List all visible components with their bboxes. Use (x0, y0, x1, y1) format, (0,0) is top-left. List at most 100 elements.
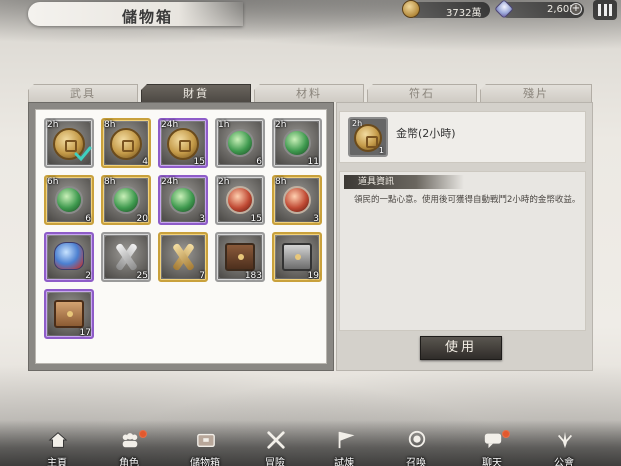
nav-label: 角色 (119, 458, 139, 466)
slot-duration: 2h (275, 120, 287, 130)
summon-icon (408, 430, 426, 448)
inventory-slot[interactable]: 7 (158, 232, 208, 282)
slot-count: 3 (199, 214, 205, 224)
slot-count: 25 (136, 271, 148, 281)
detail-item-name: 金幣(2小時) (396, 127, 456, 140)
page-title: 儲物箱 (122, 8, 174, 26)
chat-icon (484, 433, 502, 449)
tab-runes[interactable]: 符石 (367, 84, 477, 102)
inventory-slot[interactable]: 24h 15 (158, 118, 208, 168)
nav-item-adventure[interactable]: 冒險 (245, 428, 305, 466)
nav-label: 主頁 (47, 458, 67, 466)
slot-duration: 8h (104, 177, 116, 187)
slot-count: 6 (256, 157, 262, 167)
detail-info: 道具資訊 領民的一點心意。使用後可獲得自動戰鬥2小時的金幣收益。 (339, 171, 586, 331)
slot-duration: 8h (104, 120, 116, 130)
inventory-slot[interactable]: 25 (101, 232, 151, 282)
inventory-slot[interactable]: 1h 6 (215, 118, 265, 168)
red-orb-icon (226, 186, 254, 214)
inventory-slot[interactable]: 8h 20 (101, 175, 151, 225)
slot-count: 3 (313, 214, 319, 224)
item-description: 領民的一點心意。使用後可獲得自動戰鬥2小時的金幣收益。 (354, 195, 581, 205)
slot-duration: 6h (47, 177, 59, 187)
character-icon (122, 433, 138, 448)
gold-coin-icon (110, 128, 142, 160)
gold-cross-icon (170, 242, 196, 272)
green-orb-icon (226, 129, 254, 157)
slot-duration: 24h (161, 120, 179, 130)
slot-count: 19 (307, 271, 319, 281)
gold-amount: 3732萬 (446, 8, 482, 19)
green-orb-icon (55, 186, 83, 214)
slot-count: 6 (85, 214, 91, 224)
detail-panel: 2h 1 金幣(2小時) 道具資訊 領民的一點心意。使用後可獲得自動戰鬥2小時的… (336, 102, 593, 371)
steel-chest-icon (282, 243, 312, 271)
slot-count: 20 (136, 214, 148, 224)
bottom-nav: 主頁 角色 儲物箱 冒險 試煉 召喚 聊天 公會 (0, 428, 621, 466)
tab-treasure[interactable]: 財貨 (141, 84, 251, 102)
tab-materials[interactable]: 材料 (254, 84, 364, 102)
gold-coin-icon (402, 0, 420, 18)
pouch-icon (54, 242, 84, 270)
notification-dot (502, 430, 510, 438)
trial-icon (338, 431, 355, 449)
nav-item-chat[interactable]: 聊天 (462, 428, 522, 466)
tab-weapons[interactable]: 武具 (28, 84, 138, 102)
adventure-icon (267, 431, 285, 449)
inventory-panel: 2h 8h 4 24h 15 1h 6 2h 11 6h 6 8h 20 24h 3 2h 15 8h 3 2 25 7 1… (28, 102, 334, 371)
home-icon (48, 432, 68, 448)
inventory-slot[interactable]: 2 (44, 232, 94, 282)
item-info-title: 道具資訊 (344, 175, 464, 189)
slot-count: 7 (199, 271, 205, 281)
nav-item-home[interactable]: 主頁 (27, 428, 87, 466)
selected-check-icon (74, 146, 92, 162)
gold-coin-icon (167, 128, 199, 160)
inventory-slot[interactable]: 19 (272, 232, 322, 282)
slot-duration: 2h (218, 177, 230, 187)
inventory-slot[interactable]: 183 (215, 232, 265, 282)
copper-chest-icon (54, 300, 84, 328)
inventory-slot[interactable]: 2h (44, 118, 94, 168)
slot-duration: 8h (275, 177, 287, 187)
nav-item-storage[interactable]: 儲物箱 (175, 428, 235, 466)
tab-fragments[interactable]: 殘片 (480, 84, 592, 102)
detail-item-time: 2h (352, 119, 363, 128)
slot-count: 2 (85, 271, 91, 281)
brown-chest-icon (225, 243, 255, 271)
nav-item-character[interactable]: 角色 (99, 428, 159, 466)
inventory-slot[interactable]: 2h 15 (215, 175, 265, 225)
inventory-slot[interactable]: 2h 11 (272, 118, 322, 168)
green-orb-icon (283, 129, 311, 157)
inventory-slot[interactable]: 8h 3 (272, 175, 322, 225)
inventory-slot[interactable]: 24h 3 (158, 175, 208, 225)
nav-label: 聊天 (482, 458, 502, 466)
slot-count: 183 (244, 271, 262, 281)
nav-label: 公會 (554, 458, 574, 466)
add-gem-icon[interactable]: + (570, 3, 582, 15)
slot-count: 15 (250, 214, 262, 224)
silver-cross-icon (113, 242, 139, 272)
nav-label: 召喚 (406, 458, 426, 466)
nav-item-trial[interactable]: 試煉 (314, 428, 374, 466)
guild-icon (557, 431, 573, 449)
nav-item-guild[interactable]: 公會 (534, 428, 594, 466)
inventory-slot[interactable]: 6h 6 (44, 175, 94, 225)
use-button[interactable]: 使用 (420, 336, 502, 360)
nav-label: 冒險 (265, 458, 285, 466)
slot-duration: 24h (161, 177, 179, 187)
inventory-slot[interactable]: 8h 4 (101, 118, 151, 168)
category-tabs: 武具 財貨 材料 符石 殘片 (28, 84, 621, 102)
slot-count: 17 (79, 328, 91, 338)
detail-item-slot: 2h 1 (348, 117, 388, 157)
green-orb-icon (169, 186, 197, 214)
nav-item-summon[interactable]: 召喚 (386, 428, 446, 466)
slot-duration: 2h (47, 120, 59, 130)
inventory-slot[interactable]: 17 (44, 289, 94, 339)
notification-dot (139, 430, 147, 438)
menu-icon[interactable] (593, 0, 617, 20)
red-orb-icon (283, 186, 311, 214)
inventory-grid: 2h 8h 4 24h 15 1h 6 2h 11 6h 6 8h 20 24h 3 2h 15 8h 3 2 25 7 1… (35, 109, 327, 364)
nav-label: 試煉 (334, 458, 354, 466)
storage-icon (197, 433, 215, 448)
green-orb-icon (112, 186, 140, 214)
